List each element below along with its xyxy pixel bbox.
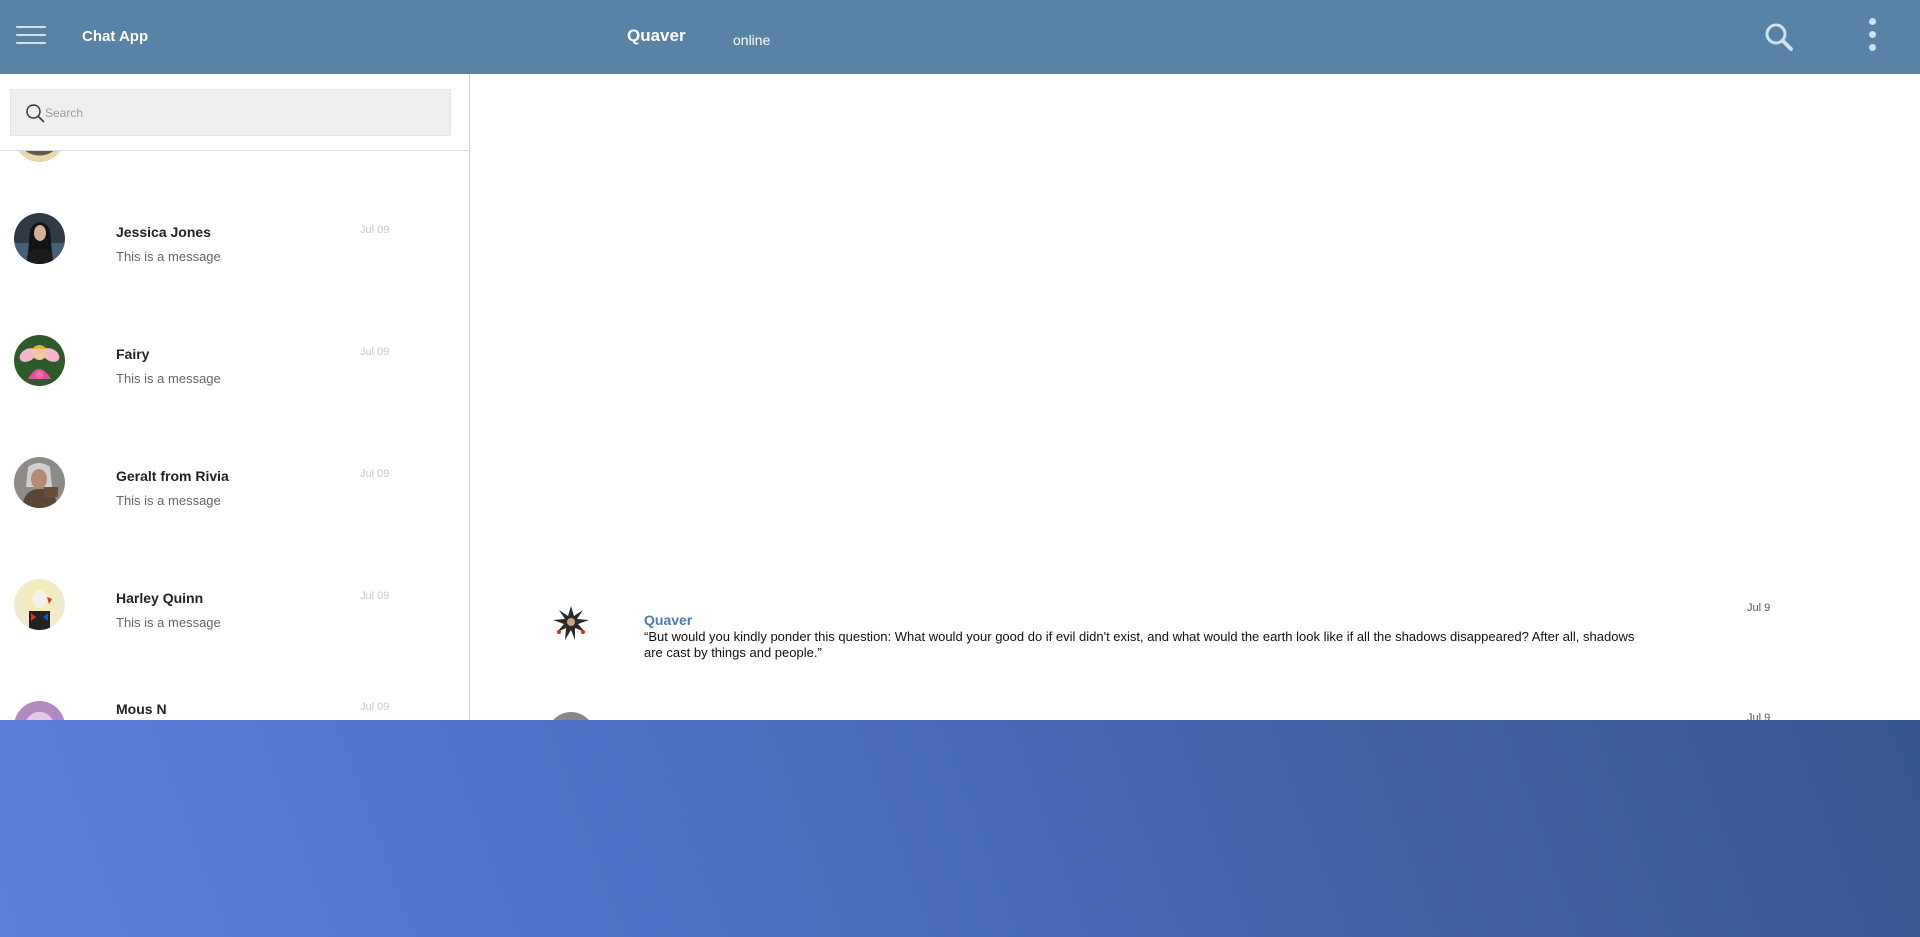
chat-preview: This is a message — [116, 249, 221, 264]
partial-avatar-icon — [14, 151, 65, 162]
chat-date: Jul 09 — [360, 701, 390, 713]
active-contact-name: Quaver — [627, 26, 686, 45]
chat-list-item[interactable]: Jessica Jones This is a message Jul 09 — [0, 213, 469, 335]
chat-preview: This is a message — [116, 615, 221, 630]
chat-date: Jul 09 — [360, 468, 390, 480]
chat-preview: This is a message — [116, 371, 221, 386]
chat-list-item[interactable]: Geralt from Rivia This is a message Jul … — [0, 457, 469, 579]
search-icon — [26, 104, 45, 123]
bottom-gradient-panel — [0, 720, 1920, 937]
app-title: Chat App — [82, 28, 149, 45]
chat-list-item[interactable]: Mous N Jul 09 — [0, 701, 469, 720]
chat-name: Fairy — [116, 346, 150, 362]
sidebar-search[interactable] — [10, 89, 451, 136]
sender-avatar — [547, 602, 595, 650]
chat-date: Jul 09 — [360, 346, 390, 358]
chat-name: Jessica Jones — [116, 224, 211, 240]
chat-list-item[interactable]: Harley Quinn This is a message Jul 09 — [0, 579, 469, 701]
message-text: “But would you kindly ponder this questi… — [644, 629, 1635, 660]
avatar — [14, 579, 65, 630]
search-input[interactable] — [45, 102, 435, 124]
chat-sidebar: Jessica Jones This is a message Jul 09 F… — [0, 74, 470, 720]
chat-date: Jul 09 — [360, 224, 390, 236]
message-sender: Quaver — [644, 612, 693, 628]
chat-list-item[interactable]: Fairy This is a message Jul 09 — [0, 335, 469, 457]
message-date: Jul 9 — [1747, 712, 1771, 720]
message: Quaver “But would you kindly ponder this… — [471, 602, 1920, 682]
chat-date: Jul 09 — [360, 590, 390, 602]
chat-window: Quaver “But would you kindly ponder this… — [471, 74, 1920, 720]
menu-icon[interactable] — [16, 26, 46, 48]
avatar — [14, 213, 65, 264]
avatar — [14, 457, 65, 508]
message-date: Jul 9 — [1747, 602, 1771, 614]
more-options-icon[interactable] — [1862, 18, 1882, 56]
chat-list[interactable]: Jessica Jones This is a message Jul 09 F… — [0, 151, 469, 720]
message: Jul 9 — [471, 712, 1920, 720]
avatar — [14, 701, 65, 720]
chat-name: Geralt from Rivia — [116, 468, 229, 484]
avatar — [14, 335, 65, 386]
sender-avatar — [547, 712, 595, 720]
active-contact-status: online — [733, 32, 771, 48]
top-bar: Chat App Quaver online — [0, 0, 1920, 74]
chat-name: Mous N — [116, 701, 167, 717]
chat-preview: This is a message — [116, 493, 221, 508]
chat-name: Harley Quinn — [116, 590, 204, 606]
search-icon[interactable] — [1764, 22, 1794, 52]
